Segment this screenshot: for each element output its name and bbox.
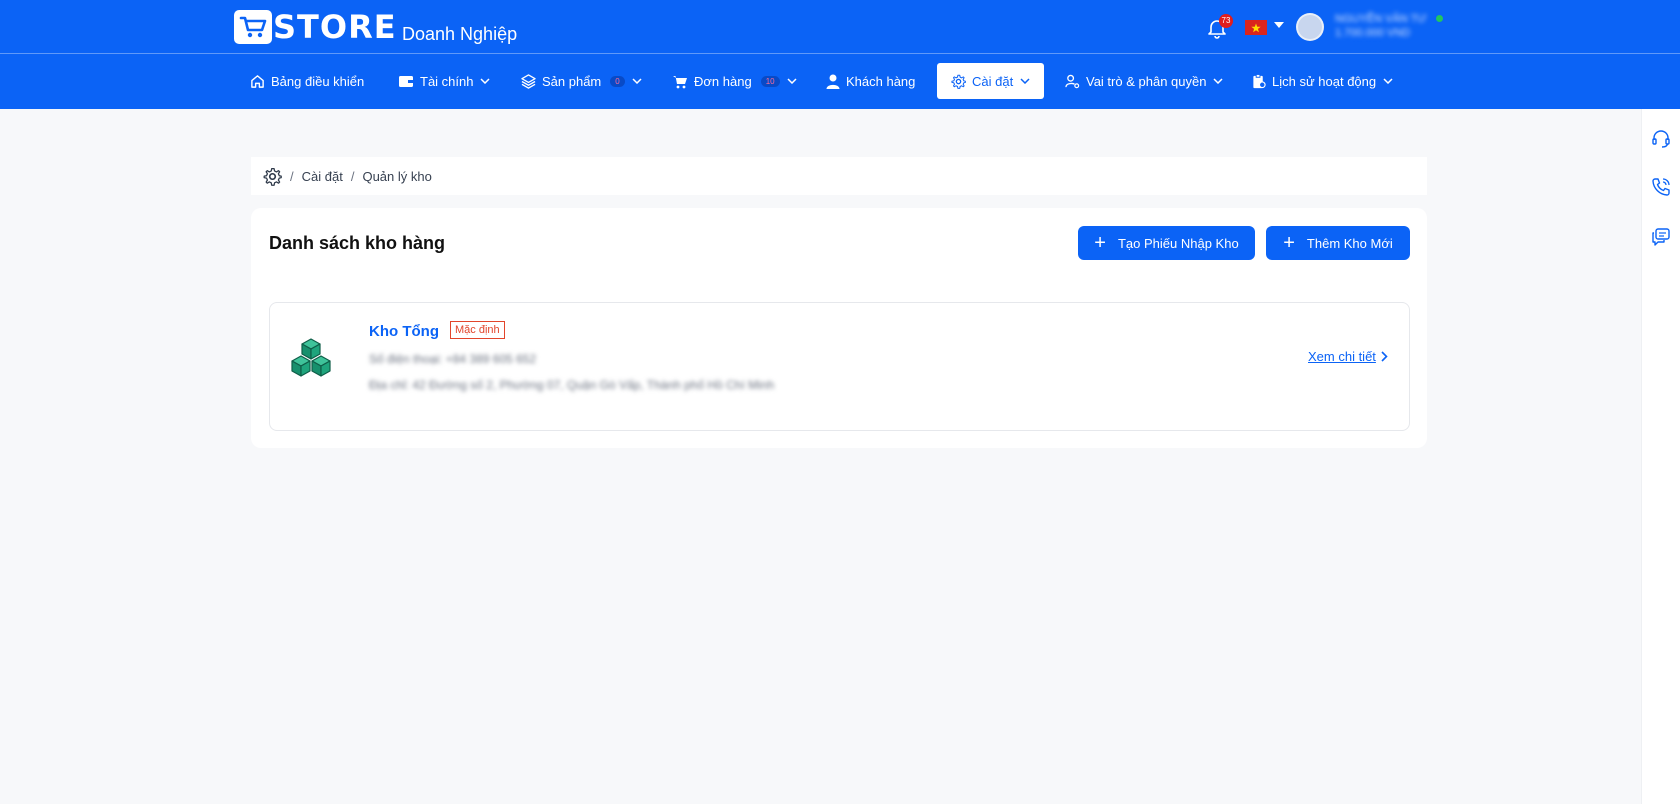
chat-icon[interactable] — [1651, 227, 1671, 247]
nav-label: Bảng điều khiển — [271, 73, 365, 89]
button-label: Tạo Phiếu Nhập Kho — [1117, 235, 1239, 251]
chevron-right-icon — [1381, 351, 1388, 362]
nav-activity-history[interactable]: Lịch sử hoạt động — [1238, 63, 1407, 99]
chevron-down-icon — [1020, 78, 1030, 84]
wallet-icon — [399, 76, 413, 87]
nav-label: Cài đặt — [972, 73, 1014, 89]
view-detail-label: Xem chi tiết — [1308, 349, 1376, 364]
create-import-receipt-button[interactable]: + Tạo Phiếu Nhập Kho — [1078, 226, 1255, 260]
button-label: Thêm Kho Mới — [1306, 235, 1393, 251]
user-balance: 1.700.000 VND — [1335, 27, 1411, 39]
count-badge: 0 — [610, 75, 625, 87]
user-key-icon — [1065, 74, 1080, 88]
logo-text: STORE — [273, 8, 397, 46]
layers-icon — [521, 73, 536, 89]
chevron-down-icon — [1213, 78, 1223, 84]
nav-label: Tài chính — [420, 73, 474, 89]
warehouse-list-card: Danh sách kho hàng + Tạo Phiếu Nhập Kho … — [251, 208, 1427, 448]
nav-label: Khách hàng — [846, 73, 916, 89]
logo-subtitle: Doanh Nghiệp — [402, 24, 518, 44]
add-warehouse-button[interactable]: + Thêm Kho Mới — [1266, 226, 1410, 260]
main-nav: Bảng điều khiển Tài chính Sản phẩm 0 Đơn… — [0, 54, 1680, 109]
chevron-down-icon — [787, 78, 797, 84]
top-header: STORE Doanh Nghiệp 73 NGUYỄN VĂN TƯ 1.70… — [0, 0, 1680, 54]
plus-icon: + — [1094, 232, 1106, 254]
chevron-down-icon — [632, 78, 642, 84]
nav-customers[interactable]: Khách hàng — [812, 63, 929, 99]
vietnam-flag-icon[interactable] — [1245, 20, 1267, 35]
cart-logo-icon — [234, 10, 272, 44]
nav-roles[interactable]: Vai trò & phân quyền — [1051, 63, 1237, 99]
breadcrumb-settings[interactable]: Cài đặt — [302, 169, 343, 184]
gear-icon[interactable] — [263, 167, 282, 186]
warehouse-item: Kho Tổng Mặc định Số điện thoại: +84 389… — [269, 302, 1410, 431]
logo[interactable]: STORE — [234, 10, 397, 44]
nav-finance[interactable]: Tài chính — [384, 63, 504, 99]
plus-icon: + — [1283, 232, 1295, 254]
nav-products[interactable]: Sản phẩm 0 — [507, 63, 656, 99]
notification-badge: 73 — [1219, 14, 1233, 28]
language-caret-icon[interactable] — [1274, 22, 1284, 28]
breadcrumb-warehouse-management: Quản lý kho — [362, 168, 432, 184]
page-title: Danh sách kho hàng — [269, 233, 446, 253]
boxes-icon — [291, 338, 331, 377]
default-badge: Mặc định — [450, 321, 505, 339]
chevron-down-icon — [1383, 78, 1393, 84]
user-name[interactable]: NGUYỄN VĂN TƯ — [1335, 13, 1427, 25]
warehouse-address: Địa chỉ: 42 Đường số 2, Phường 07, Quận … — [369, 378, 775, 392]
nav-label: Đơn hàng — [694, 73, 752, 89]
count-badge: 10 — [760, 75, 780, 87]
gear-icon — [951, 74, 966, 89]
phone-call-icon[interactable] — [1651, 177, 1671, 197]
cart-icon — [673, 75, 687, 88]
nav-label: Sản phẩm — [542, 73, 602, 89]
online-status-dot — [1436, 15, 1443, 22]
view-detail-link[interactable]: Xem chi tiết — [1308, 349, 1388, 364]
nav-settings[interactable]: Cài đặt — [937, 63, 1045, 99]
nav-orders[interactable]: Đơn hàng 10 — [658, 63, 811, 99]
nav-label: Lịch sử hoạt động — [1272, 73, 1377, 89]
support-rail — [1641, 109, 1680, 804]
warehouse-name[interactable]: Kho Tổng — [369, 323, 439, 340]
avatar[interactable] — [1296, 13, 1324, 41]
clipboard-clock-icon — [1253, 73, 1266, 88]
breadcrumb-separator: / — [350, 168, 355, 184]
breadcrumb-separator: / — [290, 168, 294, 184]
home-icon — [251, 74, 264, 88]
breadcrumb: / Cài đặt / Quản lý kho — [251, 157, 1427, 195]
chevron-down-icon — [480, 78, 491, 84]
warehouse-phone: Số điện thoại: +84 389 605 652 — [369, 352, 537, 366]
nav-dashboard[interactable]: Bảng điều khiển — [236, 63, 378, 99]
nav-label: Vai trò & phân quyền — [1086, 73, 1207, 89]
headset-icon[interactable] — [1651, 129, 1671, 149]
user-icon — [826, 74, 840, 89]
